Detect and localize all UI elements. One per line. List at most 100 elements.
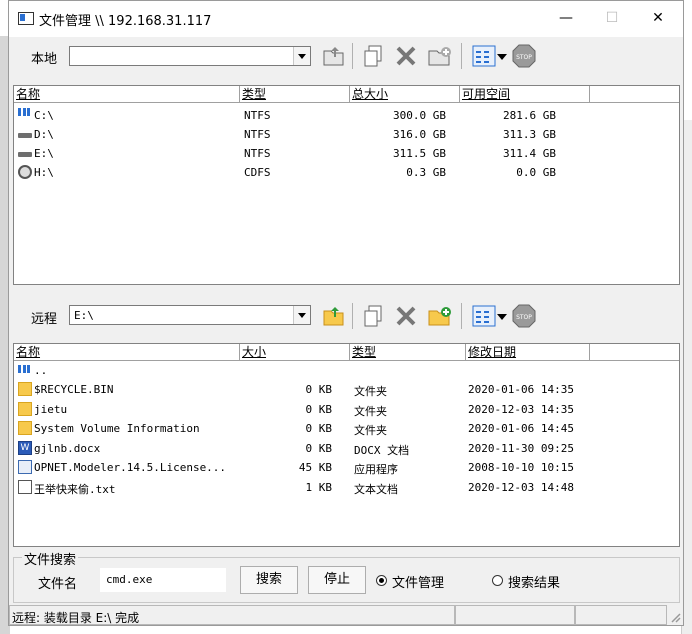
parent-dir-row[interactable]: .. xyxy=(14,361,679,378)
word-doc-icon: W xyxy=(18,440,32,455)
file-modified-date: 2020-12-03 14:48 xyxy=(468,480,574,494)
file-type: 文件夹 xyxy=(354,404,387,418)
drive-name: H:\ xyxy=(34,166,54,179)
file-modified-date: 2008-10-10 10:15 xyxy=(468,461,574,474)
view-dropdown-icon[interactable] xyxy=(495,43,509,69)
drive-icon xyxy=(18,152,32,157)
cdrom-icon xyxy=(18,165,32,179)
folder-icon xyxy=(18,421,32,435)
radio-file-manager-label[interactable]: 文件管理 xyxy=(392,572,444,591)
drive-type: NTFS xyxy=(244,147,271,160)
file-row[interactable]: OPNET.Modeler.14.5.License... 45 KB 应用程序 20… xyxy=(14,458,679,477)
drive-free-space: 311.3 GB xyxy=(503,128,556,141)
file-row[interactable]: System Volume Information 0 KB 文件夹 2020-01-… xyxy=(14,419,679,438)
remote-col-type[interactable]: 类型 xyxy=(350,344,466,360)
chevron-down-icon[interactable] xyxy=(293,306,310,324)
file-row[interactable]: Wgjlnb.docx 0 KB DOCX 文档 2020-11-30 09:25 xyxy=(14,439,679,458)
drive-total-size: 311.5 GB xyxy=(393,147,446,160)
file-row[interactable]: $RECYCLE.BIN 0 KB 文件夹 2020-01-06 14:35 xyxy=(14,380,679,399)
file-name: System Volume Information xyxy=(34,422,200,435)
drive-type: CDFS xyxy=(244,166,271,179)
local-col-total[interactable]: 总大小 xyxy=(350,86,460,102)
drive-total-size: 316.0 GB xyxy=(393,128,446,141)
title-bar[interactable]: 文件管理 \\ 192.168.31.117 — ☐ ✕ xyxy=(9,1,683,37)
drive-name: C:\ xyxy=(34,109,54,122)
delete-icon[interactable] xyxy=(393,303,419,329)
text-file-icon xyxy=(18,479,32,494)
radio-search-results[interactable] xyxy=(492,575,503,586)
folder-icon xyxy=(18,401,32,416)
remote-col-name[interactable]: 名称 xyxy=(14,344,240,360)
file-size: 0 KB xyxy=(305,422,333,435)
search-button[interactable]: 搜索 xyxy=(240,566,298,594)
toolbar-separator xyxy=(352,303,353,329)
radio-search-results-label[interactable]: 搜索结果 xyxy=(508,572,560,591)
filename-input[interactable]: cmd.exe xyxy=(100,568,226,592)
chevron-down-icon[interactable] xyxy=(293,47,310,65)
drive-total-size: 300.0 GB xyxy=(393,109,446,122)
status-panel-2 xyxy=(455,605,575,625)
view-mode-icon[interactable] xyxy=(471,43,497,69)
new-folder-icon[interactable] xyxy=(427,43,453,69)
local-col-free[interactable]: 可用空间 xyxy=(460,86,590,102)
local-path-combo[interactable] xyxy=(69,46,311,66)
svg-text:STOP: STOP xyxy=(516,314,532,321)
parent-dir-label: .. xyxy=(34,364,48,377)
maximize-button[interactable]: ☐ xyxy=(589,1,635,37)
delete-icon[interactable] xyxy=(393,43,419,69)
file-type: 文本文档 xyxy=(354,482,398,496)
remote-path-value: E:\ xyxy=(74,309,94,322)
file-size: 0 KB xyxy=(305,402,333,416)
local-col-type[interactable]: 类型 xyxy=(240,86,350,102)
view-dropdown-icon[interactable] xyxy=(495,303,509,329)
stop-icon[interactable]: STOP xyxy=(511,43,537,69)
file-row[interactable]: jietu 0 KB 文件夹 2020-12-03 14:35 xyxy=(14,400,679,419)
copy-icon[interactable] xyxy=(361,303,387,329)
drive-icon xyxy=(18,133,32,138)
new-folder-icon[interactable] xyxy=(427,303,453,329)
drive-row[interactable]: H:\ CDFS 0.3 GB 0.0 GB xyxy=(14,163,679,182)
radio-file-manager[interactable] xyxy=(376,575,387,586)
local-label: 本地 xyxy=(31,52,58,67)
status-panel-3 xyxy=(575,605,667,625)
minimize-button[interactable]: — xyxy=(543,1,589,37)
drive-type: NTFS xyxy=(244,128,271,141)
local-col-name[interactable]: 名称 xyxy=(14,86,240,102)
toolbar-separator xyxy=(461,303,462,329)
file-row[interactable]: 王举快来偷.txt 1 KB 文本文档 2020-12-03 14:48 xyxy=(14,478,679,497)
folder-up-icon[interactable] xyxy=(321,43,347,69)
file-modified-date: 2020-01-06 14:35 xyxy=(468,383,574,396)
file-type: 文件夹 xyxy=(354,385,387,398)
remote-list-header: 名称 大小 类型 修改日期 xyxy=(14,344,679,361)
file-type: DOCX 文档 xyxy=(354,443,410,457)
drive-name: D:\ xyxy=(34,128,54,141)
drive-row[interactable]: E:\ NTFS 311.5 GB 311.4 GB xyxy=(14,144,679,163)
file-type: 文件夹 xyxy=(354,424,387,437)
drive-row[interactable]: C:\ NTFS 300.0 GB 281.6 GB xyxy=(14,106,679,125)
local-list-header: 名称 类型 总大小 可用空间 xyxy=(14,86,679,103)
svg-text:STOP: STOP xyxy=(516,54,532,61)
remote-path-combo[interactable]: E:\ xyxy=(69,305,311,325)
stop-button[interactable]: 停止 xyxy=(308,566,366,594)
status-text: 远程: 装载目录 E:\ 完成 xyxy=(12,611,140,625)
view-mode-icon[interactable] xyxy=(471,303,497,329)
filename-value: cmd.exe xyxy=(106,573,153,586)
file-size: 1 KB xyxy=(305,480,333,494)
file-name: OPNET.Modeler.14.5.License... xyxy=(34,461,227,474)
resize-grip-icon[interactable] xyxy=(669,611,681,623)
folder-up-icon[interactable] xyxy=(321,303,347,329)
drive-total-size: 0.3 GB xyxy=(406,166,446,179)
drive-row[interactable]: D:\ NTFS 316.0 GB 311.3 GB xyxy=(14,125,679,144)
stop-icon[interactable]: STOP xyxy=(511,303,537,329)
remote-col-size[interactable]: 大小 xyxy=(240,344,350,360)
copy-icon[interactable] xyxy=(361,43,387,69)
drive-free-space: 0.0 GB xyxy=(516,166,556,179)
local-drive-list: 名称 类型 总大小 可用空间 C:\ NTFS 300.0 GB 281.6 GB D:… xyxy=(13,85,680,285)
drive-free-space: 311.4 GB xyxy=(503,147,556,160)
close-button[interactable]: ✕ xyxy=(635,1,681,37)
file-name: 王举快来偷.txt xyxy=(34,482,116,496)
file-name: $RECYCLE.BIN xyxy=(34,383,114,396)
remote-col-date[interactable]: 修改日期 xyxy=(466,344,590,360)
file-name: jietu xyxy=(34,402,68,416)
remote-file-list: 名称 大小 类型 修改日期 .. $RECYCLE.BIN 0 KB 文件夹 2020… xyxy=(13,343,680,547)
